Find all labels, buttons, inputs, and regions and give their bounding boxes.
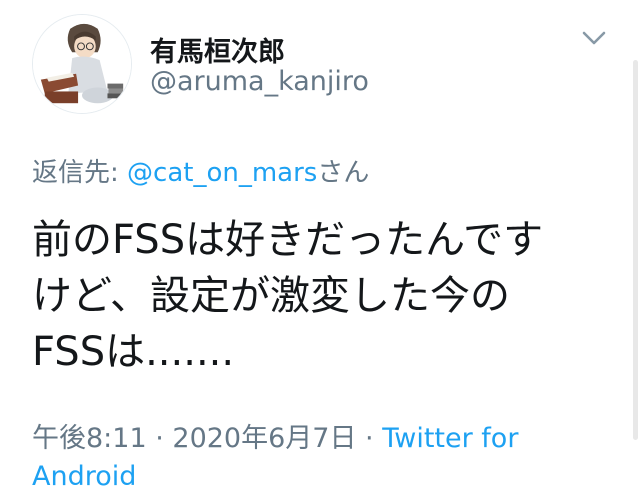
- tweet-line-1: 前のFSSは好きだったんです: [32, 217, 544, 263]
- user-avatar[interactable]: [32, 14, 132, 114]
- reply-prefix: 返信先:: [32, 158, 128, 188]
- meta-separator-1: ·: [146, 423, 173, 454]
- chevron-down-icon[interactable]: [578, 24, 610, 52]
- meta-separator-2: ·: [356, 423, 383, 454]
- tweet-line-2: けど、設定が激変した今の: [32, 273, 510, 319]
- display-name[interactable]: 有馬桓次郎: [150, 30, 285, 69]
- reply-mention-link[interactable]: @cat_on_mars: [127, 158, 317, 188]
- reply-suffix: さん: [317, 158, 370, 188]
- tweet-date[interactable]: 2020年6月7日: [172, 423, 356, 454]
- scrollbar[interactable]: [633, 60, 638, 440]
- tweet-text: 前のFSSは好きだったんです けど、設定が激変した今の FSSは.......: [32, 212, 612, 380]
- user-handle[interactable]: @aruma_kanjiro: [150, 66, 369, 97]
- reply-to-line: 返信先: @cat_on_marsさん: [32, 152, 369, 189]
- avatar-illustration-icon: [33, 15, 131, 113]
- tweet-line-3: FSSは.......: [32, 329, 235, 375]
- tweet-time[interactable]: 午後8:11: [32, 423, 147, 454]
- tweet-card: 有馬桓次郎 @aruma_kanjiro 返信先: @cat_on_marsさん…: [0, 0, 640, 502]
- tweet-meta: 午後8:11 · 2020年6月7日 · Twitter for Android: [32, 420, 592, 496]
